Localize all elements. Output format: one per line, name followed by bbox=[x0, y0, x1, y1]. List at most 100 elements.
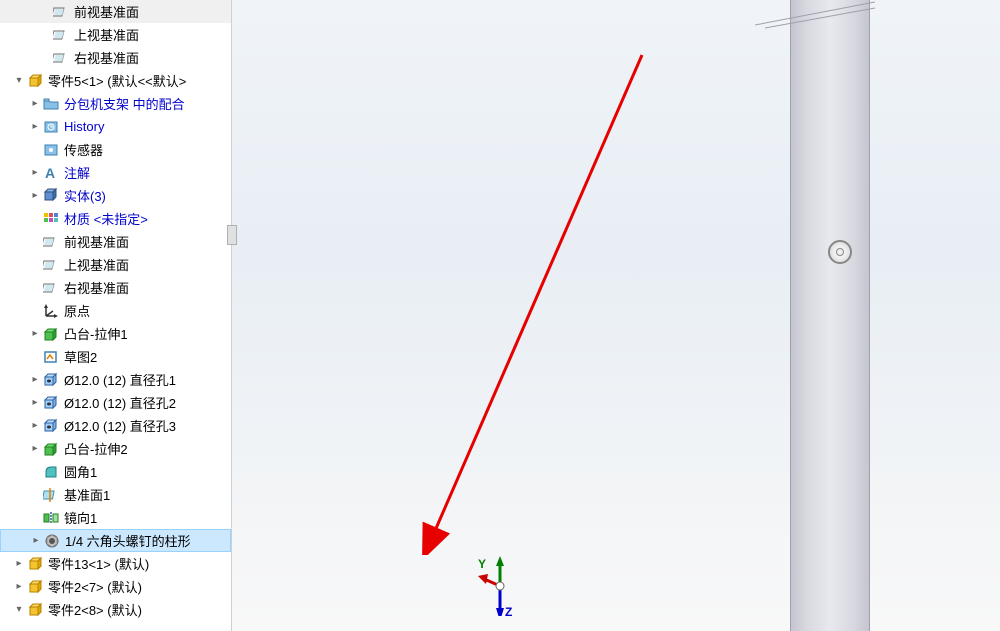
expander-icon[interactable]: ▸ bbox=[12, 581, 26, 592]
part-icon bbox=[26, 578, 44, 596]
tree-item-9[interactable]: 材质 <未指定> bbox=[0, 207, 231, 230]
expander-icon[interactable]: ▸ bbox=[28, 190, 42, 201]
coordinate-triad[interactable]: Y Z bbox=[470, 556, 530, 616]
expander-icon[interactable]: ▸ bbox=[28, 374, 42, 385]
tree-item-label: 1/4 六角头螺钉的柱形 bbox=[65, 531, 191, 550]
extrude-icon bbox=[42, 440, 60, 458]
tree-item-label: 原点 bbox=[64, 301, 90, 320]
history-icon bbox=[42, 118, 60, 136]
tree-item-24[interactable]: ▸ 零件13<1> (默认) bbox=[0, 552, 231, 575]
part-icon bbox=[26, 72, 44, 90]
expander-icon[interactable]: ▸ bbox=[12, 558, 26, 569]
tree-item-1[interactable]: 上视基准面 bbox=[0, 23, 231, 46]
expander-icon[interactable]: ▸ bbox=[28, 420, 42, 431]
plane-icon bbox=[42, 233, 60, 251]
3d-hole-feature[interactable] bbox=[828, 240, 852, 264]
extrude-icon bbox=[42, 325, 60, 343]
tree-item-10[interactable]: 前视基准面 bbox=[0, 230, 231, 253]
tree-item-label: 凸台-拉伸2 bbox=[64, 439, 128, 458]
tree-item-5[interactable]: ▸ History bbox=[0, 115, 231, 138]
expander-icon[interactable]: ▸ bbox=[28, 443, 42, 454]
tree-item-17[interactable]: ▸ Ø12.0 (12) 直径孔2 bbox=[0, 391, 231, 414]
svg-text:Z: Z bbox=[505, 605, 512, 616]
tree-item-label: 基准面1 bbox=[64, 485, 110, 504]
part-icon bbox=[26, 601, 44, 619]
tree-item-19[interactable]: ▸ 凸台-拉伸2 bbox=[0, 437, 231, 460]
tree-item-22[interactable]: 镜向1 bbox=[0, 506, 231, 529]
tree-item-label: 零件13<1> (默认) bbox=[48, 554, 149, 573]
tree-item-label: 镜向1 bbox=[64, 508, 97, 527]
solid-icon bbox=[42, 187, 60, 205]
tree-item-16[interactable]: ▸ Ø12.0 (12) 直径孔1 bbox=[0, 368, 231, 391]
tree-item-3[interactable]: ▾ 零件5<1> (默认<<默认> bbox=[0, 69, 231, 92]
tree-item-label: 注解 bbox=[64, 163, 90, 182]
3d-part-top-edge bbox=[755, 0, 895, 30]
tree-item-label: 上视基准面 bbox=[64, 255, 129, 274]
tree-item-label: Ø12.0 (12) 直径孔2 bbox=[64, 393, 176, 412]
plane-icon bbox=[52, 3, 70, 21]
tree-item-13[interactable]: 原点 bbox=[0, 299, 231, 322]
tree-item-8[interactable]: ▸ 实体(3) bbox=[0, 184, 231, 207]
tree-item-12[interactable]: 右视基准面 bbox=[0, 276, 231, 299]
tree-item-6[interactable]: 传感器 bbox=[0, 138, 231, 161]
expander-icon[interactable]: ▸ bbox=[28, 397, 42, 408]
tree-item-label: 零件5<1> (默认<<默认> bbox=[48, 71, 186, 90]
part-icon bbox=[26, 555, 44, 573]
expander-icon[interactable]: ▾ bbox=[12, 604, 26, 615]
svg-text:Y: Y bbox=[478, 557, 486, 571]
tree-item-label: 传感器 bbox=[64, 140, 103, 159]
hole-icon bbox=[42, 394, 60, 412]
tree-item-21[interactable]: 基准面1 bbox=[0, 483, 231, 506]
tree-item-2[interactable]: 右视基准面 bbox=[0, 46, 231, 69]
tree-item-label: 圆角1 bbox=[64, 462, 97, 481]
folder-icon bbox=[42, 95, 60, 113]
tree-item-label: 右视基准面 bbox=[64, 278, 129, 297]
expander-icon[interactable]: ▸ bbox=[29, 535, 43, 546]
tree-item-label: 前视基准面 bbox=[74, 2, 139, 21]
tree-item-11[interactable]: 上视基准面 bbox=[0, 253, 231, 276]
tree-item-20[interactable]: 圆角1 bbox=[0, 460, 231, 483]
feature-tree-panel[interactable]: 前视基准面上视基准面右视基准面▾零件5<1> (默认<<默认>▸分包机支架 中的… bbox=[0, 0, 232, 631]
tree-item-label: 分包机支架 中的配合 bbox=[64, 94, 185, 113]
hole-icon bbox=[42, 417, 60, 435]
expander-icon[interactable]: ▸ bbox=[28, 328, 42, 339]
tree-item-0[interactable]: 前视基准面 bbox=[0, 0, 231, 23]
tree-item-label: History bbox=[64, 119, 104, 134]
tree-item-25[interactable]: ▸ 零件2<7> (默认) bbox=[0, 575, 231, 598]
expander-icon[interactable]: ▾ bbox=[12, 75, 26, 86]
sketch-icon bbox=[42, 348, 60, 366]
tree-item-label: 材质 <未指定> bbox=[64, 209, 148, 228]
plane-icon bbox=[42, 279, 60, 297]
plane-icon bbox=[42, 256, 60, 274]
3d-viewport[interactable]: Y Z bbox=[232, 0, 1000, 631]
mirror-icon bbox=[42, 509, 60, 527]
expander-icon[interactable]: ▸ bbox=[28, 167, 42, 178]
tree-item-14[interactable]: ▸ 凸台-拉伸1 bbox=[0, 322, 231, 345]
hole-icon bbox=[42, 371, 60, 389]
expander-icon[interactable]: ▸ bbox=[28, 98, 42, 109]
tree-item-label: Ø12.0 (12) 直径孔1 bbox=[64, 370, 176, 389]
tree-item-4[interactable]: ▸ 分包机支架 中的配合 bbox=[0, 92, 231, 115]
3d-hole-inner bbox=[836, 248, 844, 256]
panel-splitter[interactable] bbox=[227, 225, 237, 245]
plane-icon bbox=[52, 26, 70, 44]
expander-icon[interactable]: ▸ bbox=[28, 121, 42, 132]
tree-item-label: 凸台-拉伸1 bbox=[64, 324, 128, 343]
3d-part-body[interactable] bbox=[790, 0, 870, 631]
tree-item-18[interactable]: ▸ Ø12.0 (12) 直径孔3 bbox=[0, 414, 231, 437]
tree-item-15[interactable]: 草图2 bbox=[0, 345, 231, 368]
annotation-arrow bbox=[422, 45, 662, 555]
tree-item-23[interactable]: ▸ 1/4 六角头螺钉的柱形 bbox=[0, 529, 231, 552]
tree-item-label: 零件2<8> (默认) bbox=[48, 600, 142, 619]
material-icon bbox=[42, 210, 60, 228]
fillet-icon bbox=[42, 463, 60, 481]
tree-item-label: 零件2<7> (默认) bbox=[48, 577, 142, 596]
svg-text:A: A bbox=[45, 165, 55, 181]
tree-item-26[interactable]: ▾ 零件2<8> (默认) bbox=[0, 598, 231, 621]
tree-item-label: 前视基准面 bbox=[64, 232, 129, 251]
tree-item-label: 上视基准面 bbox=[74, 25, 139, 44]
tree-item-label: 实体(3) bbox=[64, 186, 106, 205]
tree-item-7[interactable]: ▸A 注解 bbox=[0, 161, 231, 184]
annotation-icon: A bbox=[42, 164, 60, 182]
tree-item-label: Ø12.0 (12) 直径孔3 bbox=[64, 416, 176, 435]
